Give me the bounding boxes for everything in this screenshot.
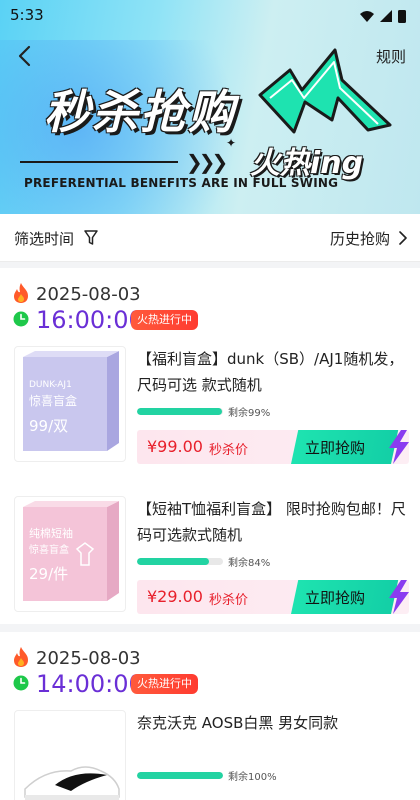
filter-bar: 筛选时间 历史抢购 — [0, 214, 420, 262]
flame-icon — [14, 647, 28, 667]
price-bar: ¥29.00 秒杀价 立即抢购 — [137, 580, 409, 614]
banner-divider — [20, 161, 178, 163]
buy-now-button[interactable]: 立即抢购 — [291, 580, 409, 614]
buy-now-label: 立即抢购 — [305, 589, 366, 607]
price-tag-label: 秒杀价 — [209, 443, 249, 458]
product-card[interactable]: DUNK-AJ1 惊喜盲盒 99/双 【福利盲盒】dunk（SB）/AJ1随机发… — [0, 346, 420, 484]
banner-subtitle: PREFERENTIAL BENEFITS ARE IN FULL SWING — [24, 176, 339, 190]
filter-funnel-icon[interactable] — [84, 230, 98, 246]
box-price: 99/双 — [29, 417, 68, 435]
flash-session: 2025-08-03 14:00:00 火热进行中 奈克沃克 AOSB白黑 男女… — [0, 632, 420, 800]
box-price: 29/件 — [29, 565, 68, 583]
filter-time-button[interactable]: 筛选时间 — [14, 228, 74, 249]
session-time: 16:00:00 — [36, 306, 144, 334]
status-icons — [360, 10, 406, 23]
stock-progress-fill — [137, 558, 210, 565]
box-line1: 纯棉短袖 — [29, 526, 73, 540]
flash-price: ¥29.00 — [147, 587, 203, 606]
price-bar: ¥99.00 秒杀价 立即抢购 — [137, 430, 409, 464]
double-chevron-icon: ❯❯❯ — [186, 150, 228, 174]
buy-now-button[interactable]: 立即抢购 — [291, 430, 409, 464]
product-image[interactable]: DUNK-AJ1 惊喜盲盒 99/双 — [14, 346, 126, 462]
product-name[interactable]: 奈克沃克 AOSB白黑 男女同款 — [137, 710, 407, 736]
banner-title: 秒杀抢购 — [44, 85, 236, 139]
stock-progress-fill — [137, 772, 223, 779]
stock-remaining: 剩余99% — [228, 408, 271, 419]
stock-progress-fill — [137, 408, 223, 415]
session-header: 2025-08-03 16:00:00 火热进行中 — [0, 268, 420, 334]
box-line2: 惊喜盲盒 — [29, 543, 69, 556]
price-tag-label: 秒杀价 — [209, 593, 249, 608]
product-name[interactable]: 【短袖T恤福利盲盒】 限时抢购包邮！尺码可选款式随机 — [137, 496, 407, 548]
stock-remaining: 剩余84% — [228, 558, 271, 569]
hero-banner: 5:33 规则 秒杀抢购 ❯❯❯ ✦ 火热ing PREFERENTIAL BE… — [0, 0, 420, 214]
battery-icon — [398, 10, 406, 23]
flash-sale-page: 5:33 规则 秒杀抢购 ❯❯❯ ✦ 火热ing PREFERENTIAL BE… — [0, 0, 420, 800]
clock-icon — [13, 675, 29, 691]
stock-progress-bar — [137, 772, 223, 779]
product-card[interactable]: 奈克沃克 AOSB白黑 男女同款 剩余100% — [0, 710, 420, 800]
status-badge: 火热进行中 — [131, 310, 198, 330]
session-time: 14:00:00 — [36, 670, 144, 698]
box-line2: 惊喜盲盒 — [29, 393, 77, 408]
zigzag-graphic — [258, 48, 392, 134]
wifi-icon — [360, 11, 374, 22]
box-line1: DUNK-AJ1 — [29, 380, 72, 390]
product-image[interactable] — [14, 710, 126, 800]
session-date: 2025-08-03 — [36, 284, 141, 305]
session-date: 2025-08-03 — [36, 648, 141, 669]
session-header: 2025-08-03 14:00:00 火热进行中 — [0, 632, 420, 698]
chevron-right-icon[interactable] — [398, 231, 408, 245]
product-card[interactable]: 纯棉短袖 惊喜盲盒 29/件 【短袖T恤福利盲盒】 限时抢购包邮！尺码可选款式随… — [0, 496, 420, 634]
sparkle-icon: ✦ — [226, 136, 237, 150]
status-time: 5:33 — [10, 6, 44, 24]
status-badge: 火热进行中 — [131, 674, 198, 694]
lightning-icon — [389, 580, 409, 614]
product-image[interactable]: 纯棉短袖 惊喜盲盒 29/件 — [14, 496, 126, 612]
signal-icon — [380, 10, 392, 22]
flash-price: ¥99.00 — [147, 437, 203, 456]
flash-session: 2025-08-03 16:00:00 火热进行中 DUNK-AJ1 惊喜盲盒 … — [0, 268, 420, 624]
clock-icon — [13, 311, 29, 327]
status-bar: 5:33 — [0, 0, 420, 32]
product-name[interactable]: 【福利盲盒】dunk（SB）/AJ1随机发，尺码可选 款式随机 — [137, 346, 407, 398]
stock-progress-bar — [137, 558, 223, 565]
lightning-icon — [389, 430, 409, 464]
back-arrow-icon[interactable] — [14, 44, 38, 68]
buy-now-label: 立即抢购 — [305, 439, 366, 457]
stock-remaining: 剩余100% — [228, 772, 277, 783]
flame-icon — [14, 283, 28, 303]
stock-progress-bar — [137, 408, 223, 415]
history-purchase-link[interactable]: 历史抢购 — [330, 228, 390, 249]
